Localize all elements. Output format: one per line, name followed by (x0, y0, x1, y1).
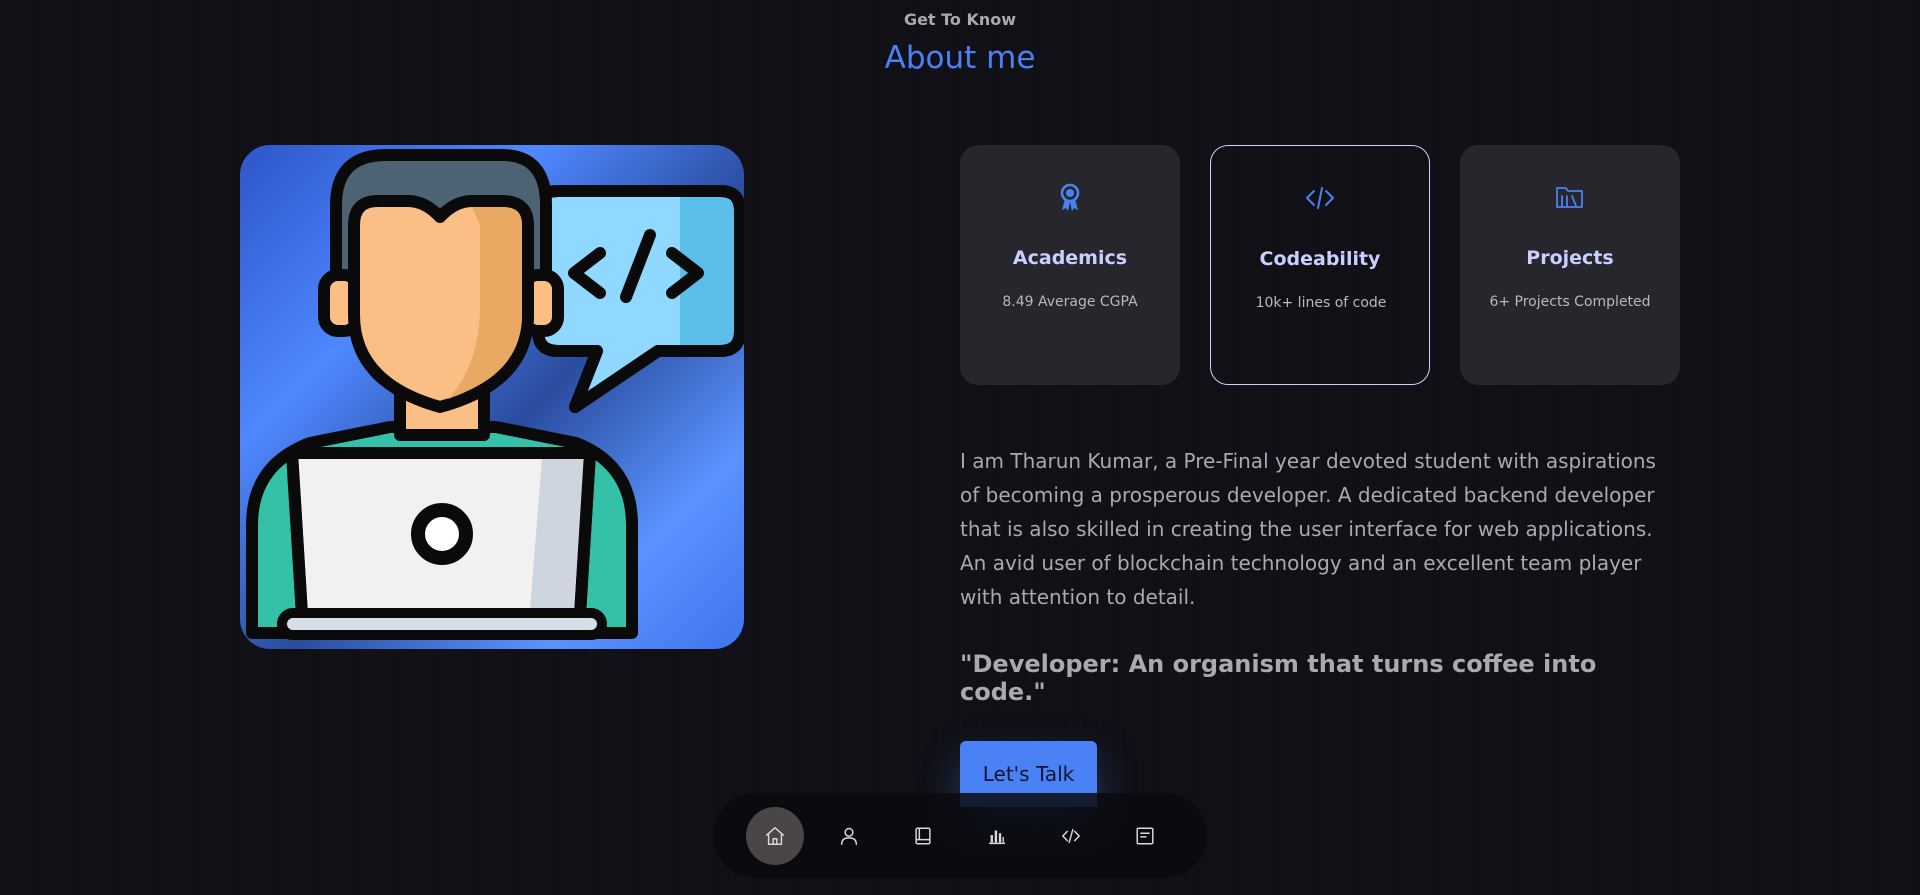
nav-about[interactable] (820, 807, 878, 865)
nav-contact[interactable] (1116, 807, 1174, 865)
user-icon (840, 827, 858, 845)
nav-resume[interactable] (894, 807, 952, 865)
developer-avatar-image (240, 145, 744, 649)
nav-projects[interactable] (1042, 807, 1100, 865)
nav-skills[interactable] (968, 807, 1026, 865)
card-subtitle: 8.49 Average CGPA (1002, 294, 1138, 310)
bottom-navigation (713, 793, 1207, 878)
award-icon (960, 181, 1180, 213)
about-bio-text: I am Tharun Kumar, a Pre-Final year devo… (960, 449, 1656, 609)
card-subtitle: 6+ Projects Completed (1489, 294, 1651, 310)
stats-cards: Academics 8.49 Average CGPA Codeability … (960, 145, 1680, 385)
projects-card: Projects 6+ Projects Completed (1460, 145, 1680, 385)
developer-illustration (246, 149, 744, 640)
card-subtitle: 10k+ lines of code (1255, 295, 1387, 311)
speech-bubble-icon (532, 185, 744, 413)
academics-card: Academics 8.49 Average CGPA (960, 145, 1180, 385)
bar-chart-icon (988, 830, 1006, 845)
card-title: Academics (1012, 247, 1128, 269)
card-title: Codeability (1259, 248, 1381, 270)
code-icon (1062, 828, 1080, 844)
codeability-card: Codeability 10k+ lines of code (1210, 145, 1430, 385)
nav-home[interactable] (746, 807, 804, 865)
home-icon (766, 827, 784, 845)
book-icon (915, 827, 931, 845)
folder-library-icon (1460, 181, 1680, 213)
section-title: About me (884, 40, 1036, 76)
code-icon (1211, 182, 1429, 214)
message-icon (1136, 827, 1154, 845)
card-title: Projects (1526, 247, 1614, 269)
section-eyebrow: Get To Know (903, 10, 1017, 29)
developer-quote: "Developer: An organism that turns coffe… (960, 650, 1597, 706)
